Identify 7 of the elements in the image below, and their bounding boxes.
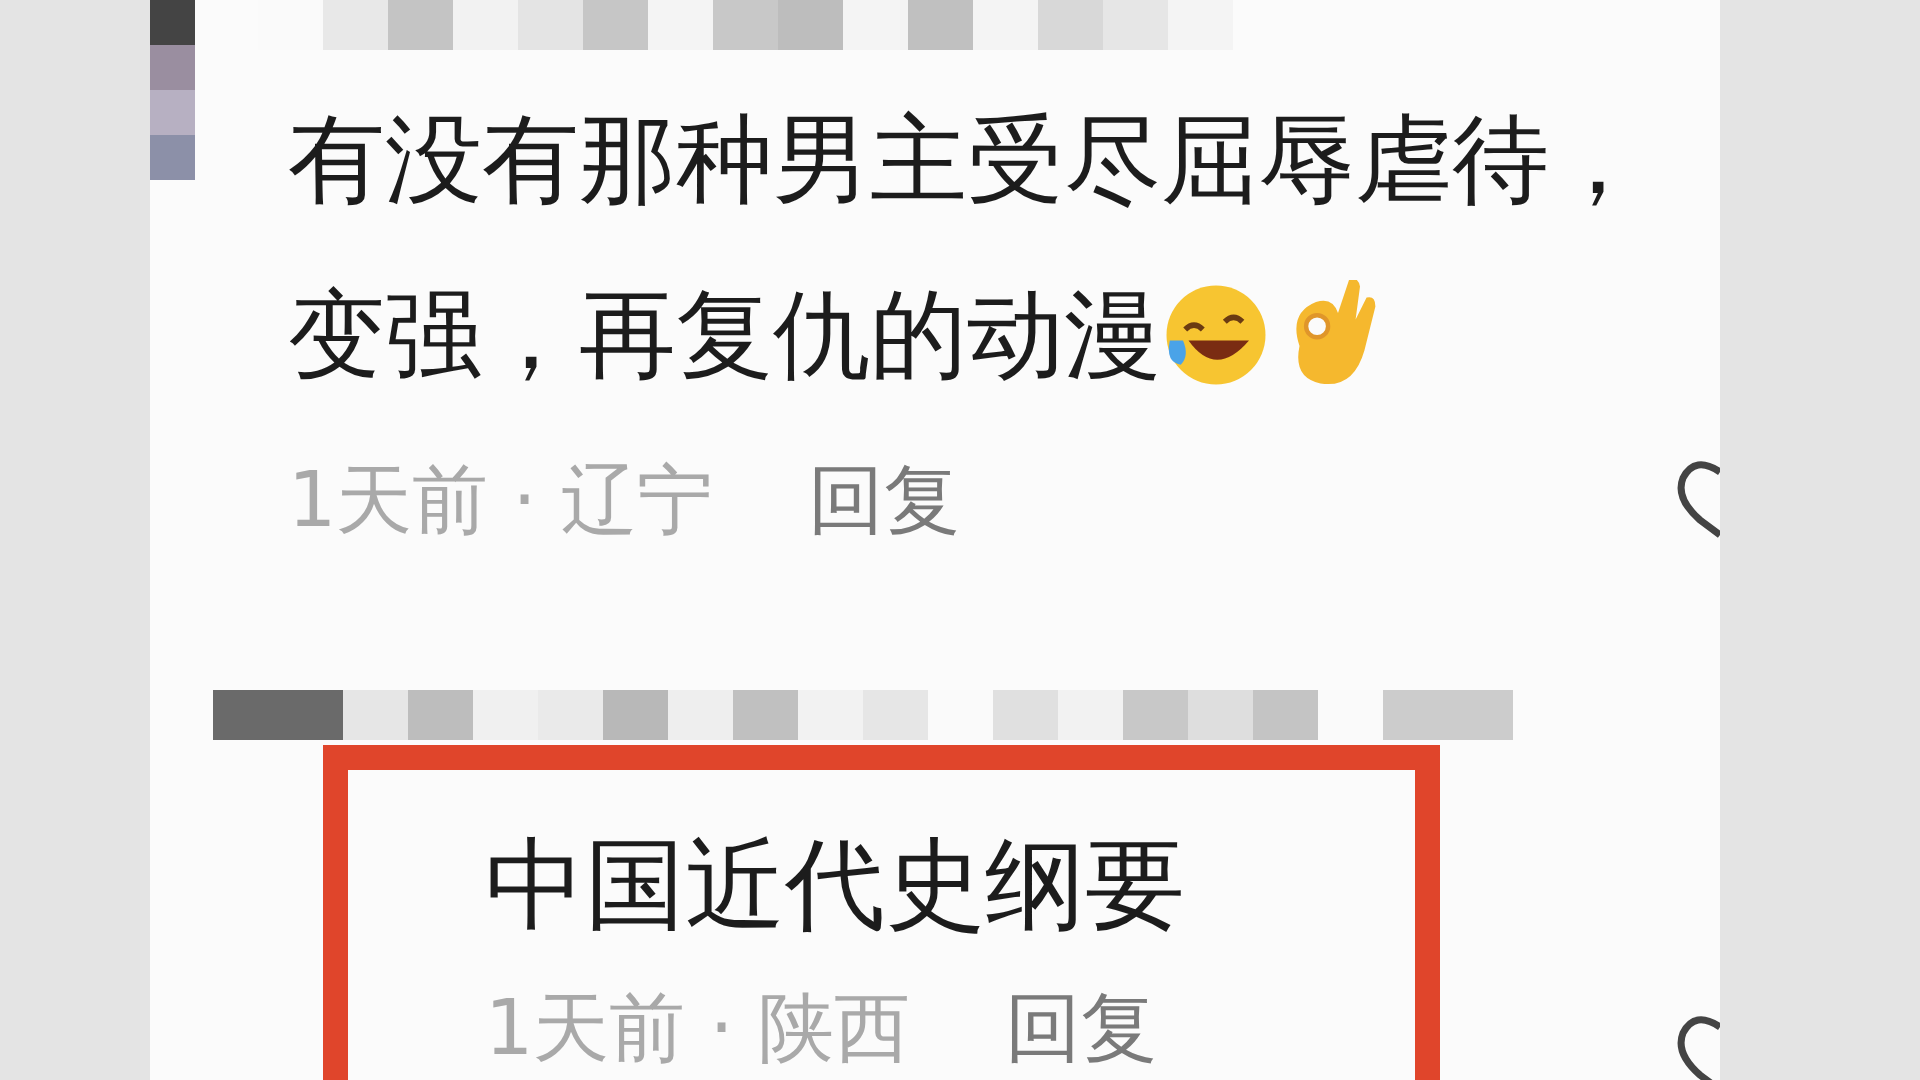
comment-meta: 1天前 · 陕西 — [485, 982, 910, 1074]
reply-link[interactable]: 回复 — [807, 443, 960, 557]
comment-text: 中国近代史纲要 — [485, 825, 1185, 945]
comment-text: 变强，再复仇的动漫 — [288, 277, 1161, 393]
comment-meta: 1天前 · 辽宁 — [288, 454, 713, 546]
comment-text: 有没有那种男主受尽屈辱虐待， — [288, 102, 1646, 218]
reply-link[interactable]: 回复 — [1004, 971, 1157, 1080]
